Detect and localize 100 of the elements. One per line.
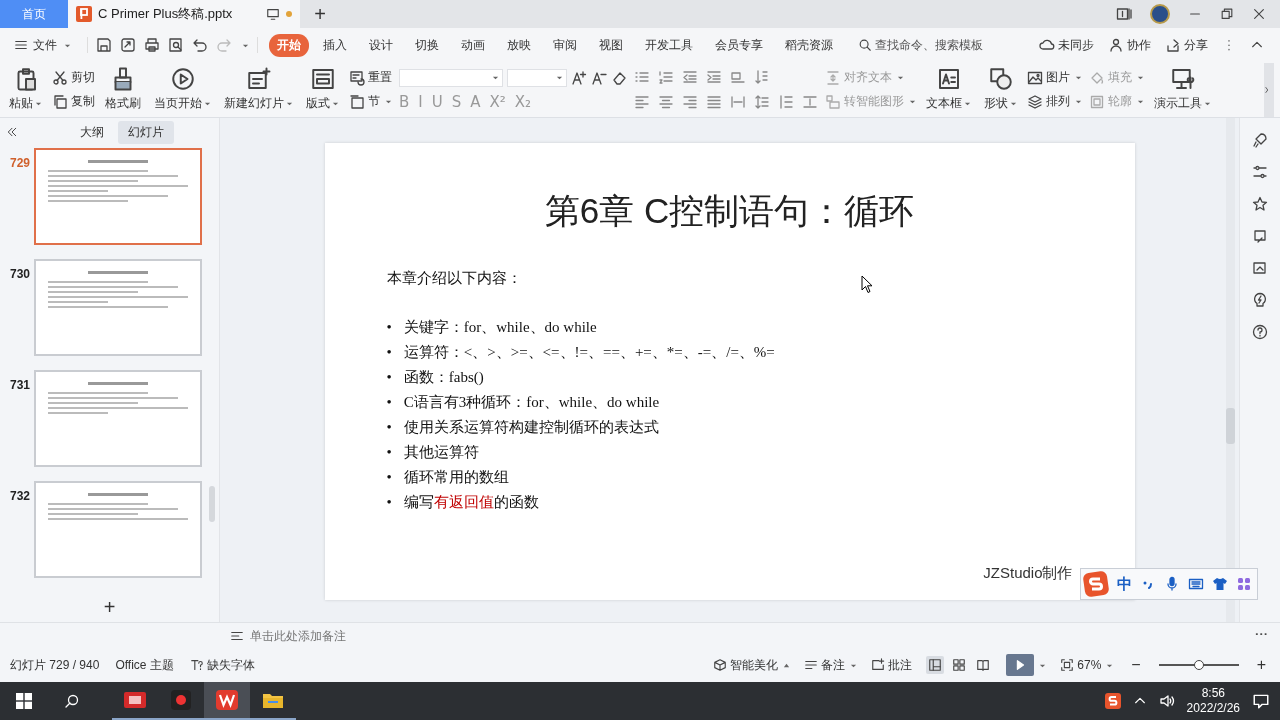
slider-thumb[interactable] — [1193, 660, 1204, 670]
bullet-marker: • — [386, 368, 392, 387]
sogou-logo-icon — [1083, 571, 1109, 597]
text-direction-icon — [730, 69, 746, 85]
image-edit-icon — [1252, 260, 1268, 276]
ribbon-button[interactable]: 排列 — [1027, 93, 1082, 110]
zoom-dropdown[interactable]: 67% — [1077, 658, 1114, 672]
presentation-file-icon — [76, 6, 92, 22]
person-icon — [1108, 37, 1124, 53]
menu-tab[interactable]: 动画 — [453, 33, 493, 57]
slide-number: 732 — [8, 488, 30, 503]
monitor-icon — [266, 7, 280, 21]
screen-swap-icon — [1252, 228, 1268, 244]
taskbar-app[interactable] — [204, 682, 250, 720]
zoom-in-button[interactable]: + — [1252, 656, 1270, 674]
ribbon-button[interactable]: 文本框 — [923, 65, 974, 114]
ribbon-button[interactable]: 剪切 — [52, 69, 95, 86]
ribbon-button[interactable]: 形状 — [981, 65, 1020, 114]
office-app-icon — [215, 689, 239, 711]
section-icon — [349, 93, 365, 110]
menu-tab[interactable]: 审阅 — [545, 33, 585, 57]
slide-thumbnail[interactable] — [34, 370, 202, 467]
toolbar-action[interactable]: 协作 — [1108, 36, 1151, 54]
ribbon-button[interactable]: 演示工具 — [1151, 65, 1214, 114]
play-button[interactable] — [1006, 654, 1035, 676]
ribbon-button[interactable]: 复制 — [52, 93, 95, 110]
image-edit-button[interactable] — [1252, 260, 1268, 276]
menu-icon — [14, 38, 28, 52]
user-avatar[interactable] — [1150, 4, 1170, 24]
reset-icon — [349, 69, 365, 86]
panel-tab[interactable]: 大纲 — [70, 120, 114, 144]
ribbon-button[interactable]: 图片 — [1027, 69, 1082, 86]
monitor-tool-icon — [1170, 67, 1195, 91]
panel-tab[interactable]: 幻灯片 — [118, 120, 174, 144]
input-mode[interactable]: 中 — [1117, 574, 1132, 594]
comments-button[interactable]: 批注 — [871, 656, 913, 674]
beautify-button[interactable]: 智能美化 — [713, 656, 791, 674]
ribbon-button[interactable]: 版式 — [303, 65, 342, 114]
ribbon-button[interactable]: 格式刷 — [102, 65, 144, 114]
distribute-icon — [730, 94, 746, 110]
caret-up-icon — [783, 661, 791, 669]
slide-text: 本章介绍以下内容： — [386, 269, 522, 288]
menu-tab[interactable]: 设计 — [361, 33, 401, 57]
star-button[interactable] — [1252, 196, 1268, 212]
caret-icon — [556, 74, 563, 81]
scrollbar[interactable] — [1226, 118, 1235, 622]
rocket-button[interactable] — [1252, 132, 1268, 148]
save-icon — [96, 37, 112, 53]
menu-tab[interactable]: 开发工具 — [637, 33, 701, 57]
print-preview-icon — [168, 37, 184, 53]
ribbon-button[interactable]: 节 — [349, 93, 392, 110]
slide-thumbnail[interactable] — [34, 259, 202, 356]
ribbon-button[interactable]: 当页开始 — [151, 65, 214, 114]
align-left-icon — [634, 94, 650, 110]
search-field[interactable]: 查找命令、搜索模板 — [858, 38, 995, 52]
file-menu[interactable]: 文件 — [8, 36, 77, 54]
star-icon — [1252, 196, 1268, 212]
slide-thumbnail[interactable] — [34, 481, 202, 578]
toolbar-action[interactable]: 未同步 — [1039, 36, 1094, 54]
missing-fonts-button[interactable]: 缺失字体 — [189, 656, 255, 674]
align-text-icon — [825, 69, 841, 86]
sliders-button[interactable] — [1252, 164, 1268, 180]
menu-tab[interactable]: 插入 — [315, 33, 355, 57]
scrollbar[interactable] — [209, 486, 215, 522]
screen-swap-button[interactable] — [1252, 228, 1268, 244]
clock-time[interactable]: 8:56 — [1201, 686, 1225, 701]
comment-add-icon — [871, 658, 886, 672]
caret-icon — [1075, 74, 1082, 81]
zoom-out-button[interactable]: − — [1127, 656, 1145, 674]
restore-icon — [1220, 7, 1234, 21]
ribbon-button[interactable]: 重置 — [349, 69, 392, 86]
new-tab-button[interactable]: + — [300, 0, 340, 28]
theme-button[interactable]: Office 主题 — [115, 656, 174, 674]
mouse-pointer-icon — [860, 275, 873, 294]
grow-font-icon — [571, 69, 587, 86]
slide-thumbnail[interactable] — [34, 148, 202, 245]
notes-button[interactable]: 备注 — [804, 656, 858, 674]
toolbar-action[interactable]: 分享 — [1165, 36, 1208, 54]
outline-icon — [1089, 93, 1105, 110]
menu-tab[interactable]: 视图 — [591, 33, 631, 57]
add-slide-button[interactable]: + — [93, 592, 126, 622]
caret-icon — [1075, 98, 1082, 105]
bolt-bulb-button[interactable] — [1252, 292, 1268, 308]
menu-tab[interactable]: 会员专享 — [707, 33, 771, 57]
spacing-icon — [802, 94, 818, 110]
ribbon-button[interactable]: 粘贴 — [6, 65, 45, 114]
notes-field[interactable]: 单击此处添加备注 — [250, 628, 450, 643]
ribbon-button[interactable]: 新建幻灯片 — [221, 65, 296, 114]
caret-icon — [492, 74, 499, 81]
document-tab[interactable]: C Primer Plus终稿.pptx — [68, 0, 300, 28]
grid-view-icon — [952, 658, 967, 672]
play-circle-icon — [170, 67, 195, 91]
bullet-marker: • — [386, 418, 392, 437]
book-view-icon — [976, 658, 991, 672]
menu-tab[interactable]: 放映 — [499, 33, 539, 57]
menu-tab[interactable]: 切换 — [407, 33, 447, 57]
menu-tab[interactable]: 稻壳资源 — [777, 33, 841, 57]
view-button[interactable] — [926, 656, 945, 674]
clock-date[interactable]: 2022/2/26 — [1186, 701, 1240, 716]
help-button[interactable] — [1252, 324, 1268, 340]
